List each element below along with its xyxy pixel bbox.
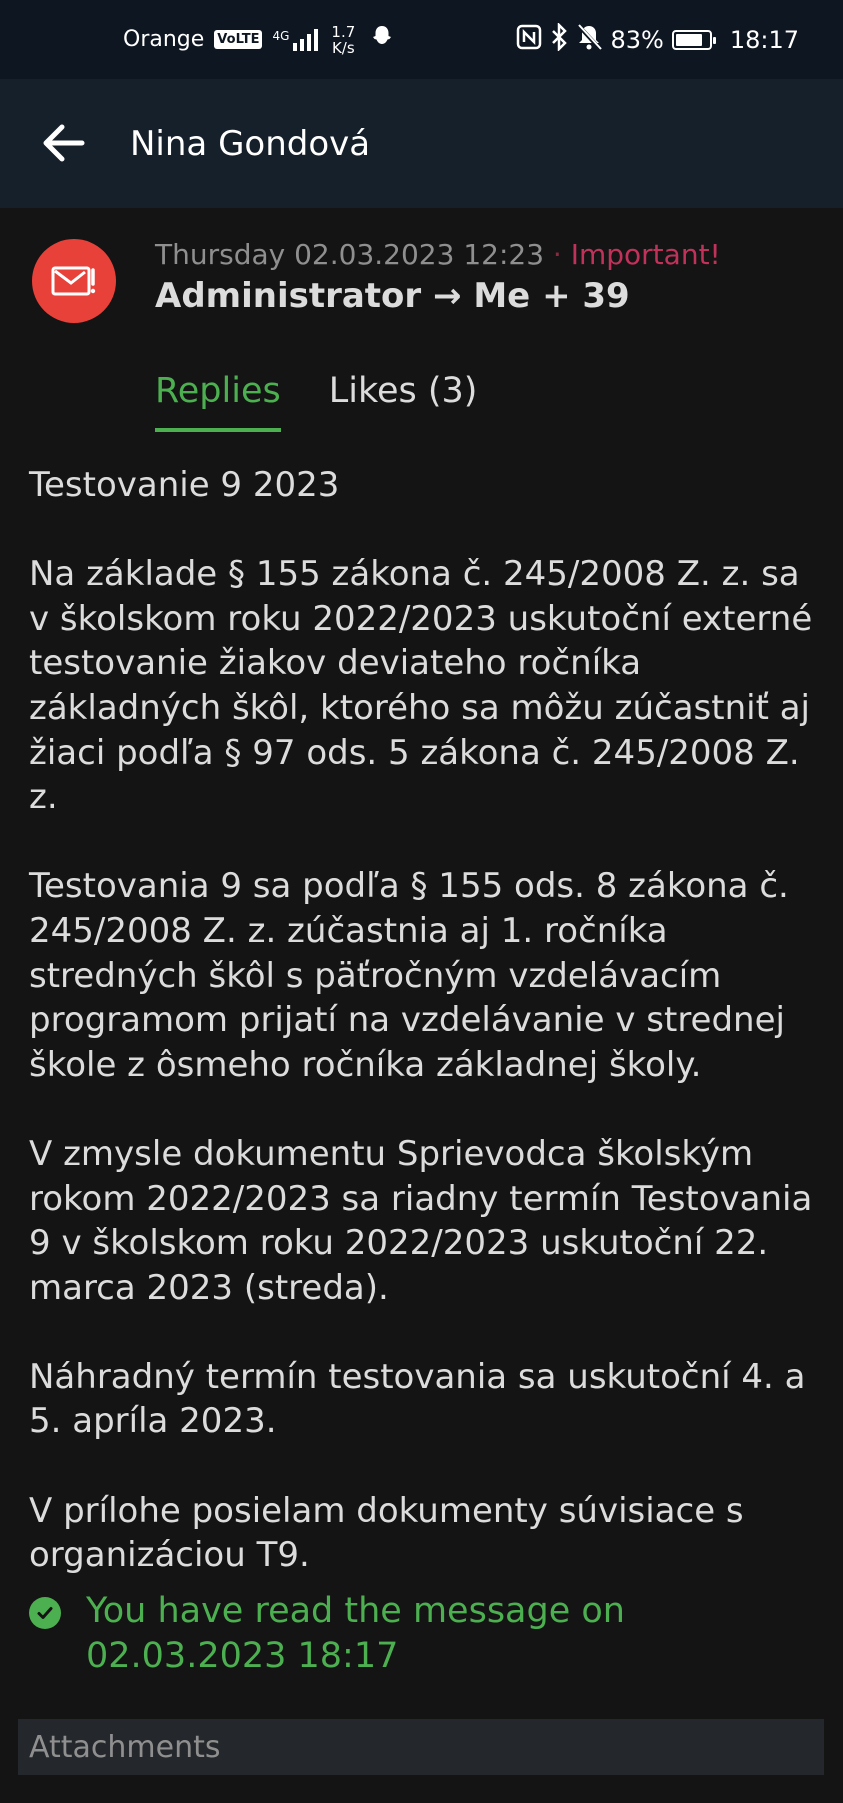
message-body: Testovanie 9 2023 Na základe § 155 zákon… [29,463,829,1578]
body-paragraph: Testovania 9 sa podľa § 155 ods. 8 zákon… [29,866,789,1085]
network-type: 4G [272,28,290,43]
tab-replies[interactable]: Replies [155,368,281,432]
body-paragraph: Na základe § 155 zákona č. 245/2008 Z. z… [29,554,813,818]
arrow-left-icon [43,124,85,162]
battery-level [675,33,702,46]
bell-muted-icon [576,23,603,57]
body-paragraph: V prílohe posielam dokumenty súvisiace s… [29,1490,744,1576]
network-speed-unit: K/s [331,38,355,57]
app-bar-title: Nina Gondová [130,123,371,164]
carrier-name: Orange [123,27,205,52]
check-circle-icon [29,1597,61,1629]
battery-percent: 83% [610,25,664,54]
app-bar: Nina Gondová [0,79,843,208]
tab-likes[interactable]: Likes (3) [329,368,478,432]
body-paragraph: Náhradný termín testovania sa uskutoční … [29,1356,806,1442]
nfc-icon [516,24,542,56]
read-receipt-text: You have read the message on 02.03.2023 … [86,1591,625,1676]
battery-icon [671,29,716,50]
read-receipt: You have read the message on 02.03.2023 … [29,1589,829,1678]
envelope-alert-icon [51,266,96,296]
status-bar-right: 83% 18:17 [516,0,799,79]
signal-icon: 4G [272,28,319,51]
network-speed: 1.7 K/s [331,24,355,56]
message-subject: Testovanie 9 2023 [29,465,340,505]
message-date: Thursday 02.03.2023 12:23 [155,238,545,271]
back-button[interactable] [38,117,90,169]
bluetooth-icon [550,21,568,57]
attachments-header[interactable]: Attachments [18,1719,824,1775]
important-flag: Important! [570,238,721,271]
message-meta: Thursday 02.03.2023 12:23 · Important! [155,238,721,271]
volte-badge: VoLTE [214,30,263,49]
snapchat-icon [369,24,395,56]
network-speed-value: 1.7 [331,22,356,41]
meta-separator: · [552,238,562,271]
status-bar: Orange VoLTE 4G 1.7 K/s 83% 18:17 [0,0,843,79]
status-bar-left: Orange VoLTE 4G 1.7 K/s [123,0,395,79]
message-tabs: Replies Likes (3) [155,368,525,438]
message-sender: Administrator → Me + 39 [155,276,630,316]
body-paragraph: V zmysle dokumentu Sprievodca školským r… [29,1133,813,1308]
sender-avatar [32,239,116,323]
clock: 18:17 [729,25,799,54]
